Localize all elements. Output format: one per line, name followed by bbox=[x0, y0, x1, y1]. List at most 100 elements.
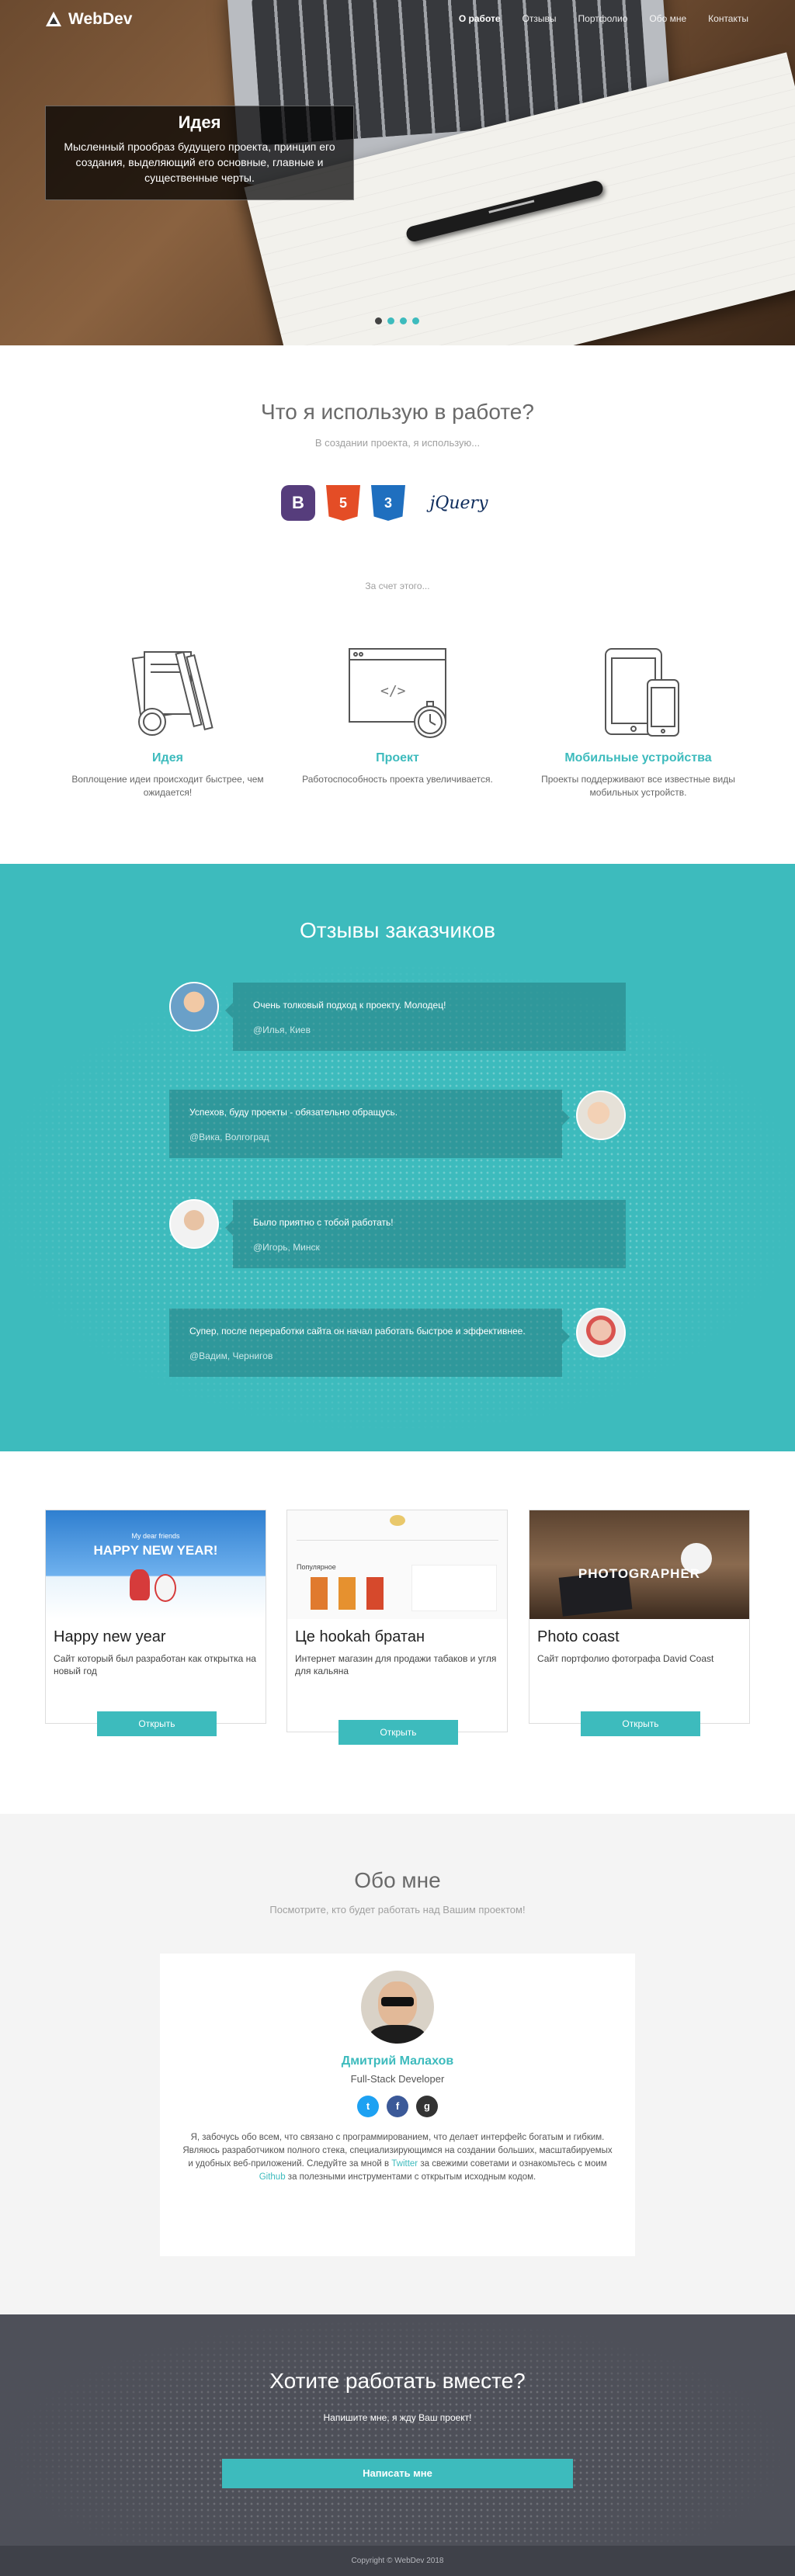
feature-mobile: Мобильные устройства Проекты поддерживаю… bbox=[537, 644, 739, 799]
profile-photo bbox=[361, 1971, 434, 2044]
portfolio-text: Сайт портфолио фотографа David Coast bbox=[537, 1653, 714, 1664]
review-card: Очень толковый подход к проекту. Молодец… bbox=[225, 983, 626, 1051]
menu-item-about-work[interactable]: О работе bbox=[459, 13, 501, 24]
portfolio-title: Це hookah братан bbox=[295, 1628, 425, 1645]
profile-name: Дмитрий Малахов bbox=[341, 2054, 454, 2068]
avatar bbox=[169, 1199, 219, 1249]
logo[interactable]: WebDev bbox=[45, 10, 132, 29]
github-icon[interactable]: g bbox=[416, 2096, 438, 2117]
portfolio-card: PHOTOGRAPHER Photo coast Сайт портфолио … bbox=[529, 1510, 750, 1736]
contact-text: Напишите мне, я жду Ваш проект! bbox=[323, 2412, 472, 2423]
about-section: Обо мне Посмотрите, кто будет работать н… bbox=[0, 1814, 795, 2314]
review-text: Было приятно с тобой работать! bbox=[253, 1217, 394, 1228]
portfolio-thumbnail: Популярное bbox=[287, 1510, 507, 1619]
review-text: Супер, после переработки сайта он начал … bbox=[189, 1326, 526, 1337]
portfolio-text: Сайт который был разработан как открытка… bbox=[54, 1653, 256, 1676]
about-title: Обо мне bbox=[354, 1868, 441, 1892]
thumbnail-caption: PHOTOGRAPHER bbox=[578, 1566, 701, 1581]
contact-title: Хотите работать вместе? bbox=[269, 2369, 526, 2393]
thumbnail-caption: Популярное bbox=[297, 1563, 336, 1571]
review-card: Было приятно с тобой работать! @Игорь, М… bbox=[225, 1200, 626, 1268]
feature-text: Работоспособность проекта увеличивается. bbox=[302, 774, 493, 785]
review-text: Очень толковый подход к проекту. Молодец… bbox=[253, 1000, 446, 1011]
idea-illustration-icon bbox=[113, 644, 222, 745]
review-author: @Илья, Киев bbox=[253, 1025, 311, 1035]
review-card: Супер, после переработки сайта он начал … bbox=[169, 1309, 570, 1377]
carousel-dot[interactable] bbox=[375, 317, 382, 324]
carousel-dot[interactable] bbox=[400, 317, 407, 324]
reviews-section: Отзывы заказчиков Очень толковый подход … bbox=[0, 864, 795, 1451]
open-project-button[interactable]: Открыть bbox=[97, 1711, 217, 1736]
profile-role: Full-Stack Developer bbox=[350, 2073, 445, 2085]
portfolio-title: Photo coast bbox=[537, 1628, 620, 1645]
menu-item-portfolio[interactable]: Портфолио bbox=[578, 13, 628, 24]
carousel-dot[interactable] bbox=[387, 317, 394, 324]
thumbnail-caption: HAPPY NEW YEAR! bbox=[93, 1543, 218, 1558]
avatar bbox=[576, 1308, 626, 1357]
browser-code-icon: </> bbox=[343, 644, 452, 745]
feature-title: Мобильные устройства bbox=[564, 751, 712, 764]
portfolio-thumbnail: PHOTOGRAPHER bbox=[529, 1510, 749, 1619]
logo-text: WebDev bbox=[68, 10, 133, 28]
portfolio-title: Happy new year bbox=[54, 1628, 166, 1645]
avatar bbox=[576, 1090, 626, 1140]
top-navigation: WebDev О работе Отзывы Портфолио Обо мне… bbox=[0, 0, 795, 40]
svg-text:</>: </> bbox=[380, 683, 406, 699]
contact-section: Хотите работать вместе? Напишите мне, я … bbox=[0, 2314, 795, 2546]
bio-text: за полезными инструментами с открытым ис… bbox=[285, 2172, 536, 2182]
bootstrap-icon: B bbox=[281, 485, 315, 521]
portfolio-card: My dear friends HAPPY NEW YEAR! Happy ne… bbox=[45, 1510, 266, 1736]
feature-text: Воплощение идеи происходит быстрее, чем … bbox=[71, 774, 264, 798]
portfolio-text: Интернет магазин для продажи табаков и у… bbox=[295, 1653, 497, 1676]
main-menu: О работе Отзывы Портфолио Обо мне Контак… bbox=[459, 13, 748, 24]
portfolio-card: Популярное Це hookah братан Интернет маг… bbox=[286, 1510, 508, 1745]
skills-title: Что я использую в работе? bbox=[261, 400, 534, 424]
review-card: Успехов, буду проекты - обязательно обра… bbox=[169, 1090, 570, 1158]
bio-text: за свежими советами и ознакомьтесь с мои… bbox=[418, 2159, 607, 2169]
skills-subtitle: В создании проекта, я использую... bbox=[314, 437, 481, 449]
about-subtitle: Посмотрите, кто будет работать над Вашим… bbox=[269, 1904, 526, 1916]
feature-idea: Идея Воплощение идеи происходит быстрее,… bbox=[67, 644, 269, 799]
hero-section: WebDev О работе Отзывы Портфолио Обо мне… bbox=[0, 0, 795, 345]
write-me-button[interactable]: Написать мне bbox=[222, 2459, 573, 2488]
hero-title: Идея bbox=[178, 113, 221, 132]
feature-title: Идея bbox=[152, 751, 183, 764]
review-author: @Вадим, Чернигов bbox=[189, 1350, 273, 1361]
social-links: t f g bbox=[160, 2096, 635, 2117]
because-text: За счет этого... bbox=[365, 581, 430, 591]
github-link[interactable]: Github bbox=[259, 2172, 286, 2182]
facebook-icon[interactable]: f bbox=[387, 2096, 408, 2117]
review-text: Успехов, буду проекты - обязательно обра… bbox=[189, 1107, 398, 1118]
carousel-dot[interactable] bbox=[412, 317, 419, 324]
open-project-button[interactable]: Открыть bbox=[581, 1711, 700, 1736]
css3-icon: 3 bbox=[371, 485, 405, 521]
twitter-icon[interactable]: t bbox=[357, 2096, 379, 2117]
html5-icon: 5 bbox=[326, 485, 360, 521]
feature-project: </> Проект Работоспособность проекта уве… bbox=[297, 644, 498, 786]
menu-item-about-me[interactable]: Обо мне bbox=[649, 13, 686, 24]
open-project-button[interactable]: Открыть bbox=[338, 1720, 458, 1745]
logo-icon bbox=[45, 11, 62, 28]
hero-text: Мысленный прообраз будущего проекта, при… bbox=[64, 140, 335, 184]
hero-caption: Идея Мысленный прообраз будущего проекта… bbox=[45, 106, 354, 200]
footer: Copyright © WebDev 2018 bbox=[0, 2546, 795, 2576]
feature-title: Проект bbox=[376, 751, 419, 764]
features: Идея Воплощение идеи происходит быстрее,… bbox=[0, 644, 795, 823]
menu-item-reviews[interactable]: Отзывы bbox=[522, 13, 557, 24]
portfolio-thumbnail: My dear friends HAPPY NEW YEAR! bbox=[46, 1510, 266, 1619]
mobile-devices-icon bbox=[584, 644, 693, 745]
tech-logos: B 5 3 jQuery bbox=[281, 485, 502, 521]
avatar bbox=[169, 982, 219, 1031]
thumbnail-small-text: My dear friends bbox=[131, 1532, 180, 1540]
menu-item-contacts[interactable]: Контакты bbox=[708, 13, 748, 24]
profile-card: Дмитрий Малахов Full-Stack Developer t f… bbox=[160, 1954, 635, 2256]
reviews-title: Отзывы заказчиков bbox=[299, 918, 496, 942]
profile-bio: Я, забочусь обо всем, что связано с прог… bbox=[182, 2131, 613, 2184]
feature-text: Проекты поддерживают все известные виды … bbox=[541, 774, 735, 798]
review-author: @Вика, Волгоград bbox=[189, 1132, 269, 1142]
copyright-text: Copyright © WebDev 2018 bbox=[351, 2557, 444, 2565]
twitter-link[interactable]: Twitter bbox=[391, 2159, 418, 2169]
jquery-icon: jQuery bbox=[429, 493, 488, 513]
world-map-background bbox=[0, 2314, 795, 2546]
review-author: @Игорь, Минск bbox=[253, 1242, 320, 1253]
